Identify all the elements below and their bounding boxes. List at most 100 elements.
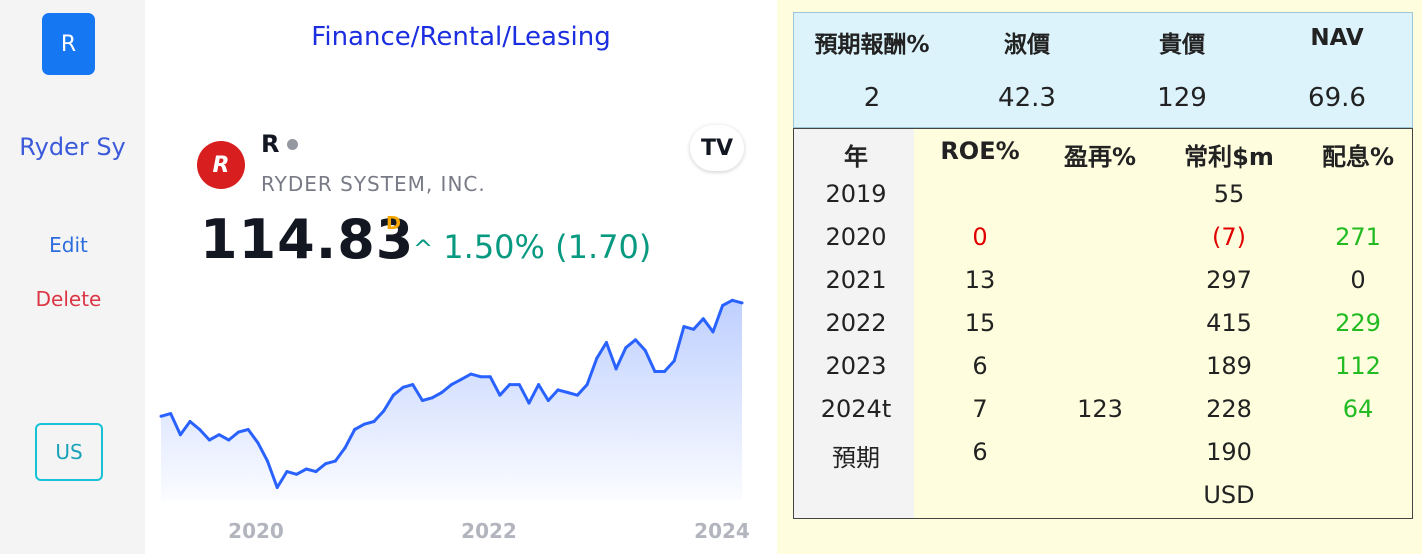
company-name-link[interactable]: Ryder Sy: [0, 133, 145, 161]
chart-point: [546, 398, 550, 402]
chart-point: [285, 470, 289, 474]
chart-point: [188, 420, 192, 424]
chart-point: [740, 301, 744, 305]
chart-point: [508, 383, 512, 387]
table-cell: 64: [1342, 395, 1374, 423]
chart-point: [266, 459, 270, 463]
chart-point: [556, 388, 560, 392]
chart-area-fill: [161, 300, 742, 500]
chart-point: [488, 375, 492, 379]
stat-header: NAV: [1310, 25, 1364, 51]
table-cell: 15: [964, 309, 996, 337]
chart-point: [401, 385, 405, 389]
chart-point: [498, 393, 502, 397]
stock-widget: Finance/Rental/Leasing R R RYDER SYSTEM,…: [145, 0, 777, 554]
table-cell: 2020: [825, 223, 887, 251]
stat-header: 預期報酬%: [814, 32, 930, 58]
edit-link[interactable]: Edit: [0, 233, 137, 257]
delete-link[interactable]: Delete: [0, 287, 137, 311]
table-header: 盈再%: [1063, 143, 1137, 171]
table-header: 常利$m: [1184, 143, 1274, 171]
chart-point: [701, 317, 705, 321]
chart-point: [527, 401, 531, 405]
chart-point: [372, 420, 376, 424]
chart-point: [343, 446, 347, 450]
table-cell: 123: [1077, 395, 1123, 423]
chart-point: [411, 383, 415, 387]
table-cell: 0: [1350, 266, 1366, 294]
chart-point: [614, 367, 618, 371]
table-cell: 7: [972, 395, 988, 423]
chart-point: [633, 338, 637, 342]
chart-point: [459, 377, 463, 381]
chart-point: [575, 393, 579, 397]
table-cell: 55: [1213, 180, 1245, 208]
chart-point: [353, 427, 357, 431]
price-chart[interactable]: 2020 2022 2024: [145, 0, 777, 554]
chart-point: [469, 372, 473, 376]
chart-point: [624, 346, 628, 350]
chart-point: [730, 298, 734, 302]
table-cell: USD: [1203, 481, 1255, 509]
chart-point: [333, 459, 337, 463]
chart-point: [517, 383, 521, 387]
chart-point: [256, 441, 260, 445]
chart-point: [169, 412, 173, 416]
chart-point: [711, 330, 715, 334]
valuation-panel: 預期報酬% 淑價 貴價 NAV 2 42.3 129 69.6 年 ROE% 盈再% 常利$m 配息%…: [777, 0, 1422, 554]
table-cell: 2022: [825, 309, 887, 337]
chart-point: [159, 414, 163, 418]
chart-point: [236, 430, 240, 434]
table-cell: 189: [1206, 352, 1252, 380]
chart-point: [275, 485, 279, 489]
chart-point: [440, 391, 444, 395]
chart-point: [653, 369, 657, 373]
table-header: 配息%: [1321, 143, 1395, 171]
chart-point: [178, 433, 182, 437]
table-cell: 13: [964, 266, 996, 294]
chart-point: [420, 398, 424, 402]
chart-point: [207, 438, 211, 442]
table-cell: 297: [1206, 266, 1252, 294]
chart-point: [672, 359, 676, 363]
chart-point: [198, 427, 202, 431]
market-button[interactable]: US: [35, 423, 103, 481]
chart-point: [227, 438, 231, 442]
table-cell: 2023: [825, 352, 887, 380]
table-cell: 271: [1335, 223, 1381, 251]
chart-point: [391, 393, 395, 397]
stat-value: 69.6: [1308, 83, 1366, 113]
chart-point: [314, 470, 318, 474]
chart-point: [246, 427, 250, 431]
x-tick-label: 2024: [694, 519, 750, 543]
table-cell: 2024t: [820, 395, 892, 423]
chart-point: [382, 409, 386, 413]
stat-value: 129: [1157, 83, 1207, 113]
table-cell: 6: [972, 352, 988, 380]
stat-value: 2: [863, 83, 881, 113]
table-cell: 6: [972, 438, 988, 466]
chart-point: [585, 383, 589, 387]
x-tick-label: 2020: [228, 519, 284, 543]
stat-header: 貴價: [1159, 32, 1205, 58]
chart-point: [295, 472, 299, 476]
table-cell: 2019: [825, 180, 887, 208]
sidebar: R Ryder Sy Edit Delete US: [0, 0, 145, 554]
chart-point: [643, 348, 647, 352]
table-cell: 預期: [832, 444, 880, 472]
chart-point: [595, 356, 599, 360]
chart-point: [430, 396, 434, 400]
table-cell: 415: [1206, 309, 1252, 337]
table-header: 年: [844, 143, 868, 171]
table-header: ROE%: [940, 137, 1020, 165]
table-cell: 112: [1335, 352, 1381, 380]
chart-point: [682, 325, 686, 329]
chart-point: [692, 327, 696, 331]
chart-point: [663, 369, 667, 373]
table-cell: 190: [1206, 438, 1252, 466]
r-button[interactable]: R: [42, 13, 95, 75]
chart-point: [217, 433, 221, 437]
table-cell: (7): [1212, 223, 1246, 251]
financial-table: 年 ROE% 盈再% 常利$m 配息% 2019 55 2020 0 (7) 271 2021 13 29…: [793, 128, 1413, 519]
chart-point: [537, 383, 541, 387]
